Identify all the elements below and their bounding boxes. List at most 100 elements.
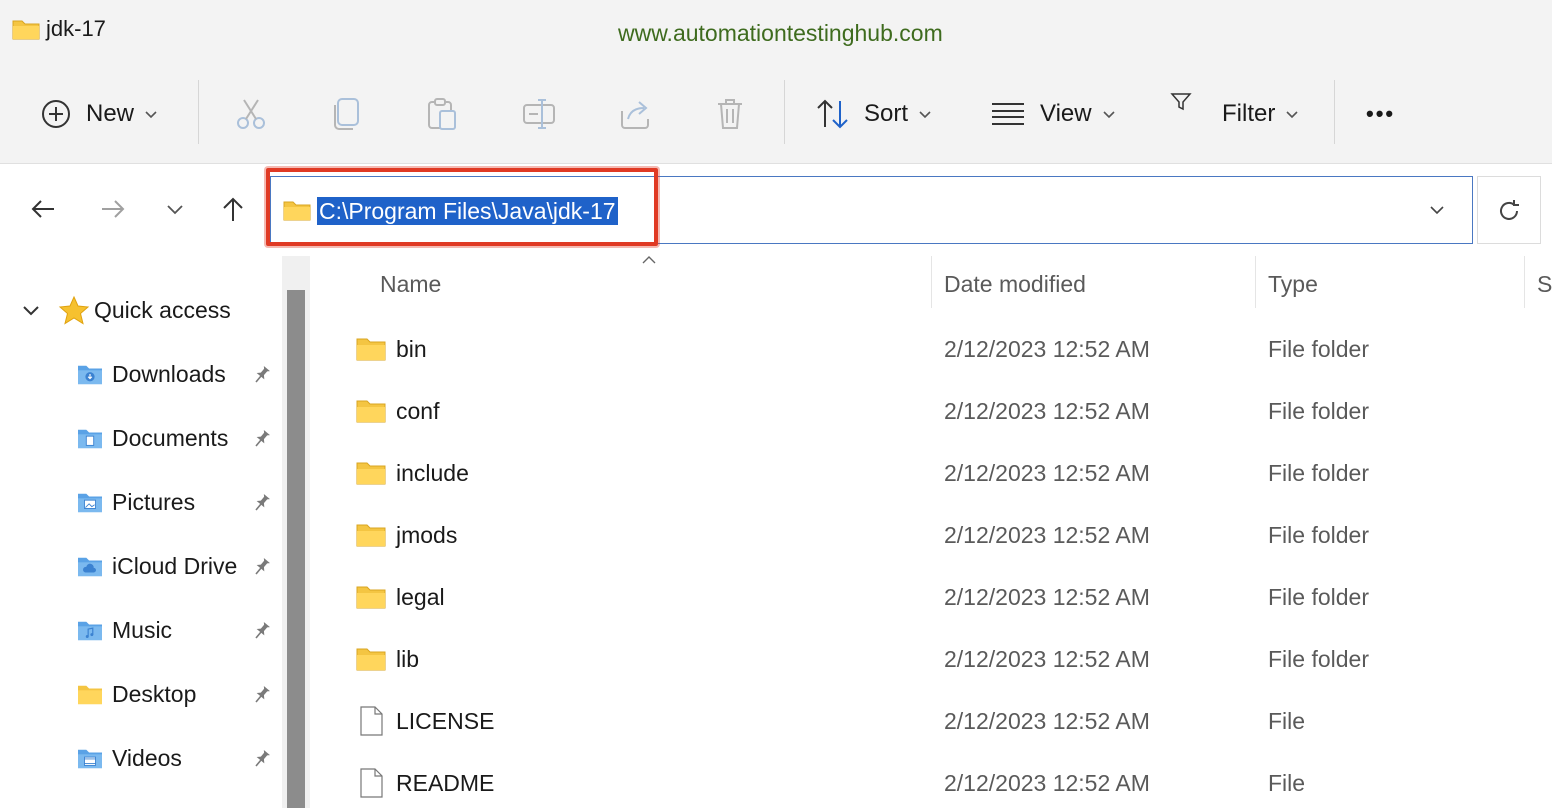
pin-icon[interactable] bbox=[250, 683, 272, 705]
sidebar-scrollbar-thumb[interactable] bbox=[287, 290, 305, 808]
sidebar-quick-access[interactable]: Quick access bbox=[20, 290, 231, 330]
annotation-highlight-box bbox=[266, 168, 658, 246]
sort-button[interactable]: Sort bbox=[816, 64, 932, 164]
back-arrow-icon[interactable] bbox=[28, 194, 58, 224]
delete-button[interactable] bbox=[714, 64, 746, 164]
address-dropdown-chevron-icon[interactable] bbox=[1428, 201, 1446, 219]
sidebar-item-videos[interactable]: Videos bbox=[76, 738, 182, 778]
sidebar-item-label: Music bbox=[112, 616, 173, 643]
file-row[interactable]: jmods 2/12/2023 12:52 AM File folder bbox=[316, 504, 1552, 566]
documents-folder-icon bbox=[78, 429, 102, 449]
sort-ascending-chevron-icon bbox=[642, 256, 656, 264]
view-button[interactable]: View bbox=[990, 64, 1116, 164]
sort-icon bbox=[817, 99, 848, 129]
column-header-date[interactable]: Date modified bbox=[944, 256, 1086, 312]
navigation-pane: Quick access bbox=[0, 256, 282, 808]
column-header-name[interactable]: Name bbox=[380, 256, 441, 312]
sidebar-item-label: iCloud Drive bbox=[112, 552, 238, 579]
file-row[interactable]: lib 2/12/2023 12:52 AM File folder bbox=[316, 628, 1552, 690]
copy-button[interactable] bbox=[332, 64, 362, 164]
file-name: legal bbox=[396, 584, 445, 610]
title-bar: jdk-17 www.automationtestinghub.com bbox=[0, 0, 1552, 64]
sidebar-item-documents[interactable]: Documents bbox=[76, 418, 228, 458]
file-row[interactable]: include 2/12/2023 12:52 AM File folder bbox=[316, 442, 1552, 504]
file-row[interactable]: conf 2/12/2023 12:52 AM File folder bbox=[316, 380, 1552, 442]
sidebar-item-downloads[interactable]: Downloads bbox=[76, 354, 226, 394]
up-arrow-icon[interactable] bbox=[218, 194, 248, 224]
file-row[interactable]: LICENSE 2/12/2023 12:52 AM File bbox=[316, 690, 1552, 752]
file-name: bin bbox=[396, 336, 427, 362]
cut-icon bbox=[237, 99, 265, 129]
pictures-folder-icon bbox=[78, 493, 102, 513]
refresh-icon bbox=[1500, 200, 1519, 220]
pin-icon[interactable] bbox=[250, 555, 272, 577]
sort-label: Sort bbox=[864, 100, 909, 127]
share-button[interactable] bbox=[618, 64, 652, 164]
cut-button[interactable] bbox=[234, 64, 268, 164]
refresh-button[interactable] bbox=[1477, 176, 1541, 244]
file-date-modified: 2/12/2023 12:52 AM bbox=[944, 460, 1150, 486]
pin-icon[interactable] bbox=[250, 491, 272, 513]
music-folder-icon bbox=[78, 621, 102, 641]
new-button[interactable]: New bbox=[40, 64, 158, 164]
new-label: New bbox=[86, 100, 135, 127]
command-bar: New Sort View Filter ••• bbox=[0, 64, 1552, 164]
column-divider[interactable] bbox=[931, 256, 932, 308]
videos-folder-icon bbox=[78, 749, 102, 769]
view-label: View bbox=[1040, 100, 1092, 127]
recent-locations-chevron-icon[interactable] bbox=[160, 194, 190, 224]
folder-icon bbox=[356, 462, 386, 485]
sidebar-item-pictures[interactable]: Pictures bbox=[76, 482, 195, 522]
file-row[interactable]: README 2/12/2023 12:52 AM File bbox=[316, 752, 1552, 808]
star-icon bbox=[58, 295, 90, 325]
icloud-folder-icon bbox=[78, 557, 102, 577]
file-name: jmods bbox=[396, 522, 458, 548]
rename-button[interactable] bbox=[522, 64, 556, 164]
file-type: File folder bbox=[1268, 522, 1369, 548]
chevron-down-icon bbox=[919, 111, 931, 119]
watermark-text: www.automationtestinghub.com bbox=[618, 20, 943, 46]
delete-icon bbox=[718, 99, 742, 129]
chevron-down-icon bbox=[1103, 111, 1115, 119]
column-divider[interactable] bbox=[1255, 256, 1256, 308]
paste-icon bbox=[428, 98, 456, 130]
file-row[interactable]: bin 2/12/2023 12:52 AM File folder bbox=[316, 318, 1552, 380]
column-header-size[interactable]: S bbox=[1537, 256, 1552, 312]
file-row[interactable]: legal 2/12/2023 12:52 AM File folder bbox=[316, 566, 1552, 628]
sidebar-item-label: Videos bbox=[112, 744, 182, 771]
folder-icon bbox=[356, 648, 386, 671]
file-name: lib bbox=[396, 646, 420, 672]
sidebar-item-label: Pictures bbox=[112, 488, 196, 515]
file-type: File folder bbox=[1268, 460, 1369, 486]
more-icon: ••• bbox=[1366, 101, 1396, 126]
forward-arrow-icon[interactable] bbox=[98, 194, 128, 224]
file-name: README bbox=[396, 770, 495, 796]
downloads-folder-icon bbox=[78, 365, 102, 385]
folder-icon bbox=[12, 20, 40, 40]
pin-icon[interactable] bbox=[250, 619, 272, 641]
file-type: File bbox=[1268, 770, 1306, 796]
chevron-down-icon[interactable] bbox=[20, 299, 42, 321]
plus-circle-icon bbox=[42, 100, 70, 128]
file-icon bbox=[360, 706, 383, 736]
desktop-folder-icon bbox=[78, 685, 102, 705]
sidebar-item-icloud-drive[interactable]: iCloud Drive bbox=[76, 546, 237, 586]
column-header-type[interactable]: Type bbox=[1268, 256, 1318, 312]
file-name: LICENSE bbox=[396, 708, 495, 734]
sidebar-item-label: Downloads bbox=[112, 360, 226, 387]
file-name: conf bbox=[396, 398, 440, 424]
pin-icon[interactable] bbox=[250, 363, 272, 385]
file-date-modified: 2/12/2023 12:52 AM bbox=[944, 522, 1150, 548]
sidebar-item-desktop[interactable]: Desktop bbox=[76, 674, 196, 714]
column-divider[interactable] bbox=[1524, 256, 1525, 308]
more-options-button[interactable]: ••• bbox=[1366, 64, 1395, 164]
pin-icon[interactable] bbox=[250, 747, 272, 769]
pin-icon[interactable] bbox=[250, 427, 272, 449]
paste-button[interactable] bbox=[426, 64, 458, 164]
file-date-modified: 2/12/2023 12:52 AM bbox=[944, 398, 1150, 424]
file-type: File folder bbox=[1268, 398, 1369, 424]
filter-button[interactable]: Filter bbox=[1170, 64, 1299, 164]
share-icon bbox=[621, 101, 649, 129]
sidebar-item-music[interactable]: Music bbox=[76, 610, 172, 650]
file-type: File folder bbox=[1268, 584, 1369, 610]
